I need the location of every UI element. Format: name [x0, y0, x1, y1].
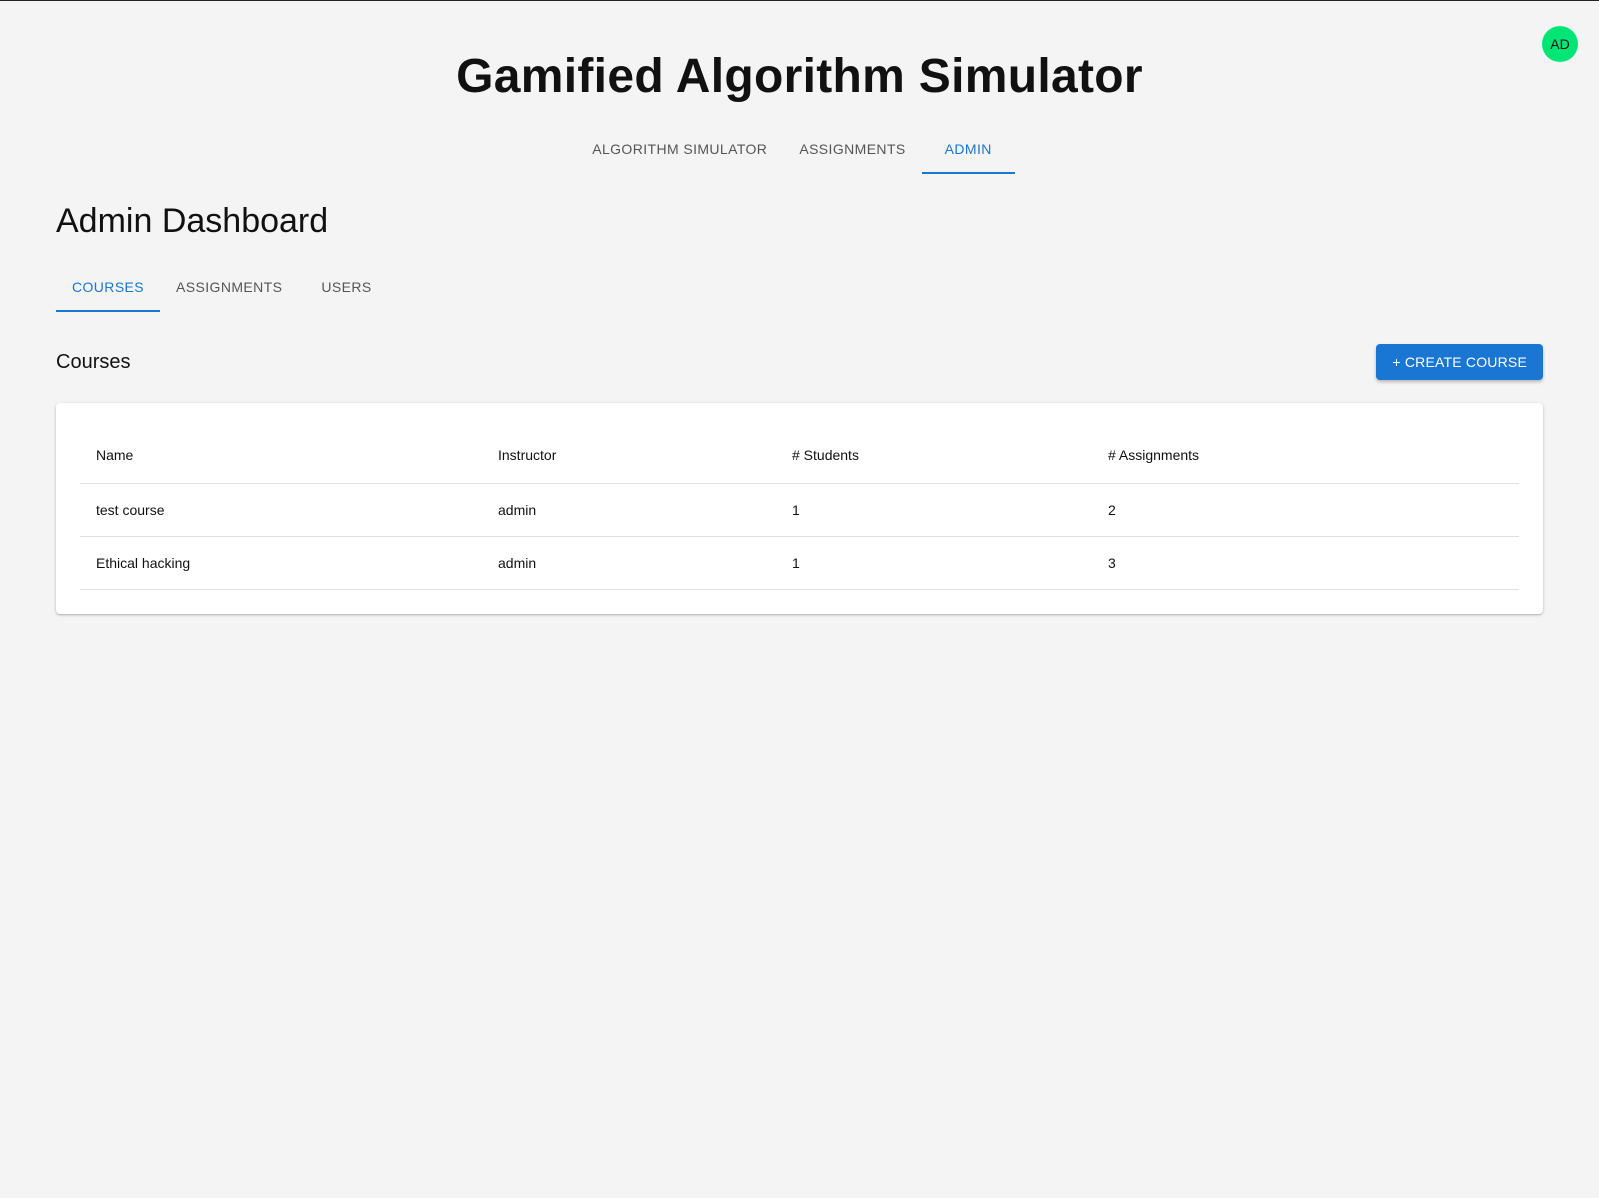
cell-instructor: admin [482, 483, 776, 537]
cell-course-name: test course [80, 483, 482, 537]
cell-assignments: 3 [1092, 536, 1519, 590]
cell-assignments: 2 [1092, 483, 1519, 537]
cell-students: 1 [776, 483, 1092, 537]
column-header-name[interactable]: Name [80, 427, 482, 484]
user-avatar[interactable]: AD [1542, 26, 1578, 62]
nav-tab-admin[interactable]: ADMIN [921, 126, 1015, 174]
column-header-assignments[interactable]: # Assignments [1092, 427, 1519, 484]
cell-students: 1 [776, 536, 1092, 590]
sub-tab-courses[interactable]: COURSES [56, 264, 161, 312]
section-title: Courses [56, 350, 131, 373]
admin-sub-tabs: COURSES ASSIGNMENTS USERS [56, 264, 1543, 312]
page-title: Admin Dashboard [56, 202, 329, 240]
cell-course-name: Ethical hacking [80, 536, 482, 590]
courses-header: Courses + CREATE COURSE [56, 344, 1543, 380]
table-row[interactable]: test course admin 1 2 [80, 483, 1519, 537]
main-nav: ALGORITHM SIMULATOR ASSIGNMENTS ADMIN [0, 126, 1595, 174]
column-header-students[interactable]: # Students [776, 427, 1092, 484]
cell-instructor: admin [482, 536, 776, 590]
courses-table-card: Name Instructor # Students # Assignments… [56, 403, 1543, 614]
nav-tab-algorithm-simulator[interactable]: ALGORITHM SIMULATOR [576, 126, 783, 174]
sub-tab-assignments[interactable]: ASSIGNMENTS [160, 264, 298, 312]
nav-tab-assignments[interactable]: ASSIGNMENTS [783, 126, 921, 174]
table-row[interactable]: Ethical hacking admin 1 3 [80, 536, 1519, 590]
column-header-instructor[interactable]: Instructor [482, 427, 776, 484]
table-header-row: Name Instructor # Students # Assignments [80, 427, 1519, 484]
create-course-button[interactable]: + CREATE COURSE [1376, 344, 1543, 380]
sub-tab-users[interactable]: USERS [298, 264, 387, 312]
app-title: Gamified Algorithm Simulator [456, 50, 1143, 103]
courses-table: Name Instructor # Students # Assignments… [80, 427, 1519, 590]
admin-content: Admin Dashboard COURSES ASSIGNMENTS USER… [56, 196, 1543, 614]
